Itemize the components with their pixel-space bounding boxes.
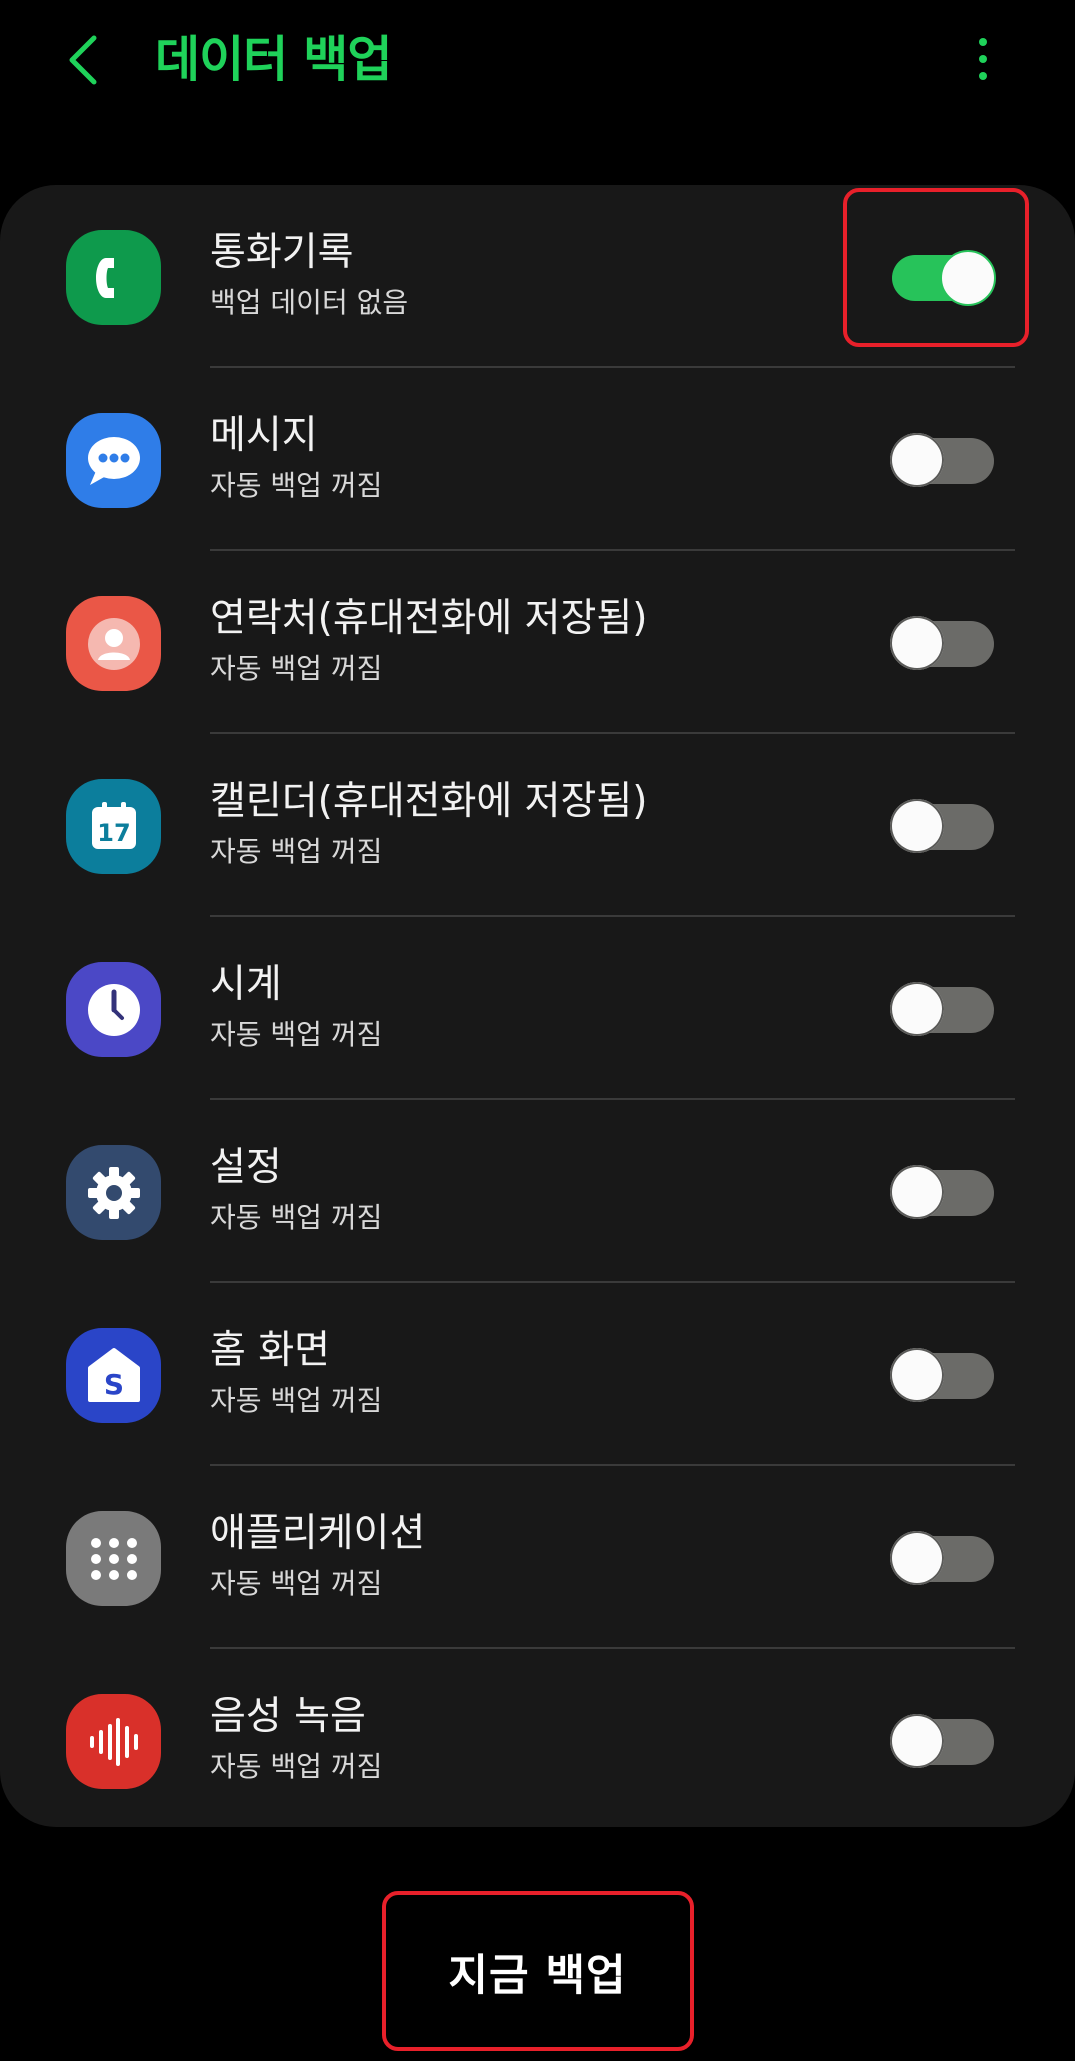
gear-icon [66,1145,161,1240]
item-subtitle: 자동 백업 꺼짐 [210,469,383,502]
item-title: 홈 화면 [210,1328,331,1373]
item-title: 연락처(휴대전화에 저장됨) [210,596,648,641]
calendar-date-text: 17 [97,819,130,847]
backup-now-label: 지금 백업 [448,1951,627,2001]
toggle-switch-applications[interactable] [890,1531,996,1587]
item-subtitle: 자동 백업 꺼짐 [210,835,383,868]
list-item-applications[interactable]: 애플리케이션 자동 백업 꺼짐 [0,1466,1075,1649]
item-subtitle: 자동 백업 꺼짐 [210,652,383,685]
item-title: 시계 [210,962,282,1007]
item-title: 애플리케이션 [210,1511,426,1556]
item-title: 통화기록 [210,230,354,275]
item-subtitle: 자동 백업 꺼짐 [210,1018,383,1051]
toggle-switch-contacts[interactable] [890,616,996,672]
item-title: 설정 [210,1145,282,1190]
phone-icon [66,230,161,325]
toggle-switch-call-log[interactable] [890,250,996,306]
more-options-button[interactable] [968,32,998,88]
list-item-call-log[interactable]: 통화기록 백업 데이터 없음 [0,185,1075,368]
list-item-home-screen[interactable]: S 홈 화면 자동 백업 꺼짐 [0,1283,1075,1466]
item-title: 캘린더(휴대전화에 저장됨) [210,779,648,824]
back-button[interactable] [56,28,112,92]
toggle-switch-clock[interactable] [890,982,996,1038]
item-subtitle: 자동 백업 꺼짐 [210,1567,383,1600]
app-header: 데이터 백업 [0,0,1075,130]
list-item-settings[interactable]: 설정 자동 백업 꺼짐 [0,1100,1075,1283]
item-subtitle: 자동 백업 꺼짐 [210,1201,383,1234]
toggle-switch-settings[interactable] [890,1165,996,1221]
home-icon-letter: S [103,1368,123,1401]
list-item-messages[interactable]: 메시지 자동 백업 꺼짐 [0,368,1075,551]
toggle-switch-home-screen[interactable] [890,1348,996,1404]
chevron-left-icon [69,35,97,85]
item-subtitle: 백업 데이터 없음 [210,286,409,319]
list-item-contacts[interactable]: 연락처(휴대전화에 저장됨) 자동 백업 꺼짐 [0,551,1075,734]
more-vertical-icon [979,38,987,46]
calendar-icon: 17 [66,779,161,874]
contacts-icon [66,596,161,691]
voice-recorder-icon [66,1694,161,1789]
toggle-switch-voice-recorder[interactable] [890,1714,996,1770]
backup-items-card: 통화기록 백업 데이터 없음 메시지 자동 백업 꺼짐 연락처(휴대전화에 저장… [0,185,1075,1827]
item-subtitle: 자동 백업 꺼짐 [210,1750,383,1783]
message-icon [66,413,161,508]
apps-grid-icon [66,1511,161,1606]
item-title: 메시지 [210,413,318,458]
clock-icon [66,962,161,1057]
toggle-switch-calendar[interactable] [890,799,996,855]
item-subtitle: 자동 백업 꺼짐 [210,1384,383,1417]
home-icon: S [66,1328,161,1423]
list-item-voice-recorder[interactable]: 음성 녹음 자동 백업 꺼짐 [0,1649,1075,1827]
list-item-clock[interactable]: 시계 자동 백업 꺼짐 [0,917,1075,1100]
backup-now-button[interactable]: 지금 백업 [385,1893,690,2051]
toggle-switch-messages[interactable] [890,433,996,489]
page-title: 데이터 백업 [155,31,392,88]
item-title: 음성 녹음 [210,1694,366,1739]
list-item-calendar[interactable]: 17 캘린더(휴대전화에 저장됨) 자동 백업 꺼짐 [0,734,1075,917]
